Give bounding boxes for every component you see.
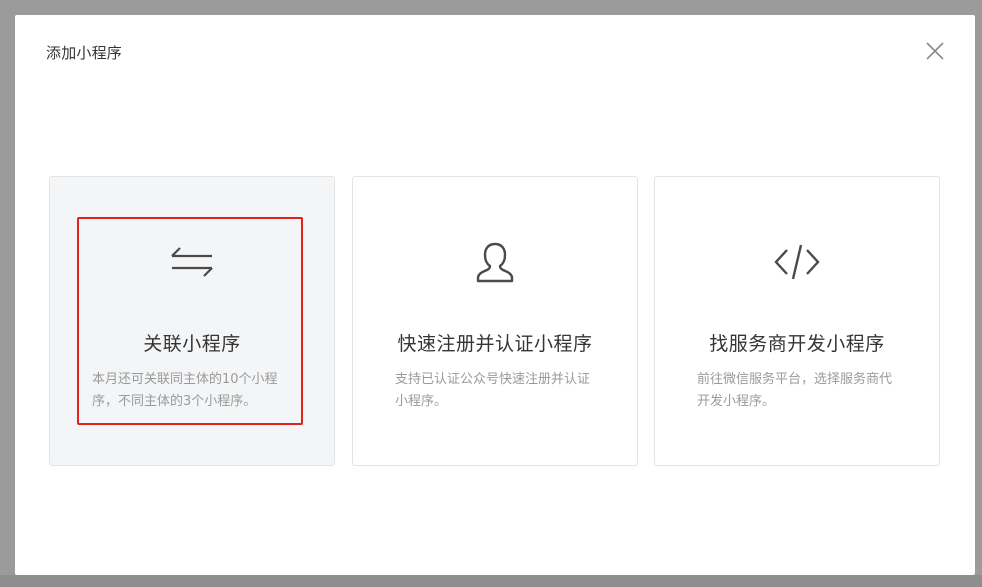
- card-find-service-provider[interactable]: 找服务商开发小程序 前往微信服务平台，选择服务商代开发小程序。: [654, 176, 940, 466]
- code-icon: [774, 244, 820, 280]
- card-link-miniprogram[interactable]: 关联小程序 本月还可关联同主体的10个小程序，不同主体的3个小程序。: [49, 176, 335, 466]
- card-icon-wrapper: [655, 240, 939, 284]
- dialog-title: 添加小程序: [46, 44, 123, 62]
- add-miniprogram-dialog: 添加小程序 关联小程序 本月还可关联同主体的10个小程序，不同主体的3个小程序。: [15, 15, 975, 575]
- user-icon: [476, 242, 514, 283]
- background-bottom-strip: [0, 575, 982, 587]
- card-description: 本月还可关联同主体的10个小程序，不同主体的3个小程序。: [92, 372, 278, 409]
- close-button[interactable]: [925, 41, 945, 61]
- card-description: 支持已认证公众号快速注册并认证小程序。: [395, 372, 591, 409]
- card-title: 快速注册并认证小程序: [397, 333, 593, 355]
- card-description: 前往微信服务平台，选择服务商代开发小程序。: [697, 372, 893, 409]
- close-icon: [926, 42, 944, 60]
- swap-arrows-icon: [171, 247, 213, 277]
- option-cards: 关联小程序 本月还可关联同主体的10个小程序，不同主体的3个小程序。 快速注册并…: [49, 176, 941, 466]
- card-icon-wrapper: [50, 240, 334, 284]
- card-icon-wrapper: [353, 240, 637, 284]
- card-title: 找服务商开发小程序: [709, 333, 885, 355]
- card-quick-register-miniprogram[interactable]: 快速注册并认证小程序 支持已认证公众号快速注册并认证小程序。: [352, 176, 638, 466]
- card-title: 关联小程序: [143, 333, 241, 355]
